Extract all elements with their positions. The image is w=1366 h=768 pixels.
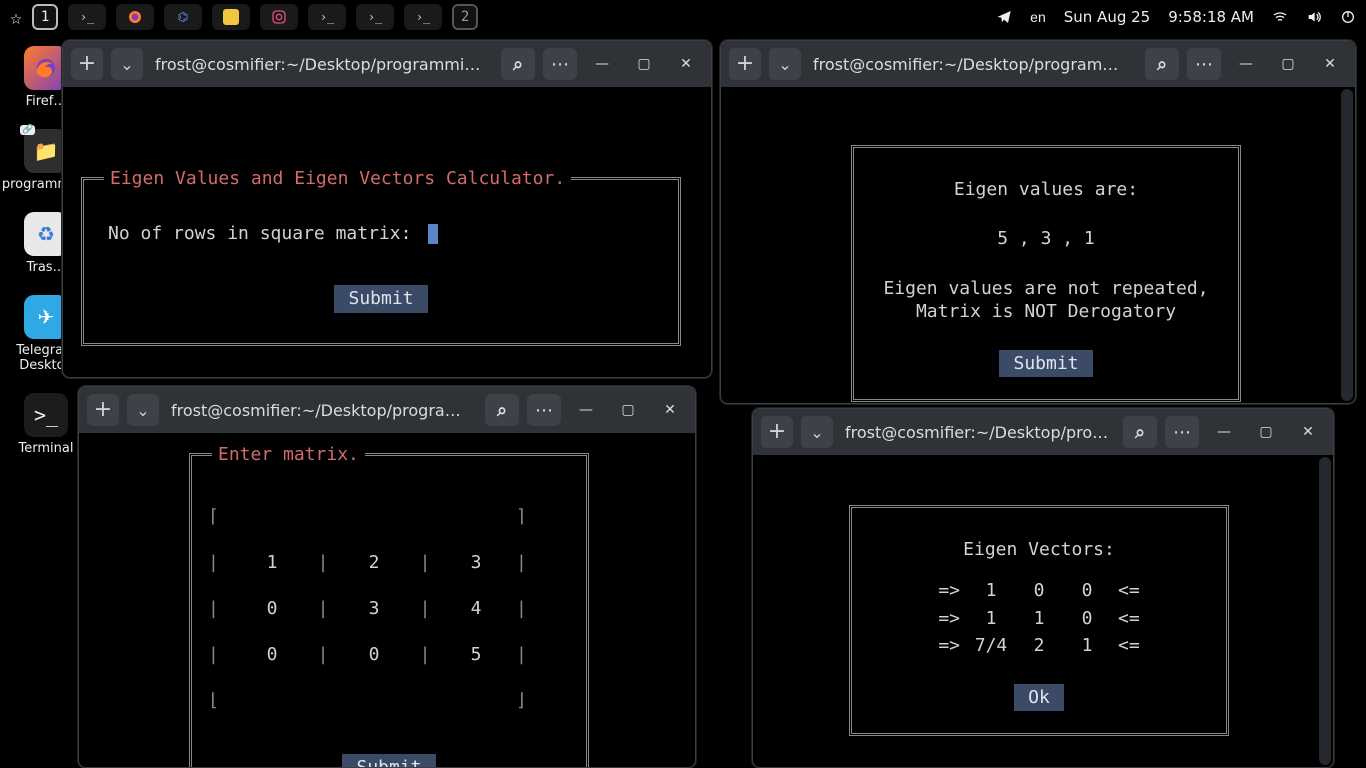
titlebar[interactable]: frost@cosmifier:~/Desktop/programming/p… [63, 41, 711, 87]
window-title: frost@cosmifier:~/Desktop/progra… [841, 423, 1115, 442]
eigenvector-row: => 1 1 0 <= [872, 607, 1206, 630]
search-icon[interactable] [1123, 416, 1157, 448]
maximize-button[interactable] [1249, 416, 1283, 448]
window-title: frost@cosmifier:~/Desktop/programming/p… [151, 55, 493, 74]
workspace-2[interactable]: 2 [452, 4, 478, 30]
eigenvalue-line2: Matrix is NOT Derogatory [878, 300, 1214, 323]
volume-icon[interactable] [1306, 9, 1322, 25]
eigenvalue-line1: Eigen values are not repeated, [878, 277, 1214, 300]
taskbar-terminal-2-icon[interactable]: ›_ [308, 4, 346, 30]
menu-icon[interactable] [543, 48, 577, 80]
matrix-cell[interactable]: 0 [334, 643, 414, 666]
desktop-terminal-label: Terminal [19, 441, 74, 456]
telegram-tray-icon[interactable] [996, 9, 1012, 25]
power-icon[interactable] [1340, 9, 1356, 25]
new-tab-button[interactable] [729, 48, 761, 80]
tab-menu-button[interactable] [801, 416, 833, 448]
clock-date: Sun Aug 25 [1064, 8, 1150, 26]
eigenvalue-frame: Eigen values are: 5 , 3 , 1 Eigen values… [851, 145, 1241, 402]
matrix-cell[interactable]: 5 [436, 643, 516, 666]
calc-prompt: No of rows in square matrix: [108, 223, 411, 244]
titlebar[interactable]: frost@cosmifier:~/Desktop/progra… [753, 409, 1333, 455]
matrix-cell[interactable]: 3 [436, 551, 516, 574]
keyboard-lang[interactable]: en [1030, 9, 1046, 25]
workspace-1[interactable]: 1 [32, 4, 58, 30]
maximize-button[interactable] [627, 48, 661, 80]
desktop-firefox-label: Firef… [26, 94, 67, 109]
tab-menu-button[interactable] [127, 394, 159, 426]
tab-menu-button[interactable] [111, 48, 143, 80]
eigenvector-frame: Eigen Vectors: => 1 0 0 <= => 1 1 0 <= [849, 505, 1229, 736]
eigenvector-rows: => 1 0 0 <= => 1 1 0 <= => [872, 579, 1206, 657]
minimize-button[interactable] [1207, 416, 1241, 448]
matrix-cell[interactable]: 2 [334, 551, 414, 574]
scrollbar[interactable] [1341, 89, 1353, 401]
terminal-window-3: frost@cosmifier:~/Desktop/programming/py… [720, 40, 1356, 404]
search-icon[interactable] [1145, 48, 1179, 80]
search-icon[interactable] [501, 48, 535, 80]
desktop-trash-label: Tras… [26, 260, 65, 275]
calc-title: Eigen Values and Eigen Vectors Calculato… [104, 167, 571, 190]
terminal-window-4: frost@cosmifier:~/Desktop/progra… Eigen … [752, 408, 1334, 768]
titlebar[interactable]: frost@cosmifier:~/Desktop/programmi… [79, 387, 695, 433]
window-title: frost@cosmifier:~/Desktop/programmi… [167, 401, 477, 420]
close-button[interactable] [1313, 48, 1347, 80]
matrix-cell[interactable]: 0 [232, 597, 312, 620]
matrix-frame: Enter matrix. 1| 2| 3 0| 3| 4 0| [189, 453, 589, 768]
eigenvector-heading: Eigen Vectors: [872, 538, 1206, 561]
window-title: frost@cosmifier:~/Desktop/programming/py… [809, 55, 1137, 74]
scrollbar[interactable] [1319, 457, 1331, 765]
eigenvalue-heading: Eigen values are: [878, 178, 1214, 201]
menu-icon[interactable] [1165, 416, 1199, 448]
close-button[interactable] [1291, 416, 1325, 448]
matrix-submit-button[interactable]: Submit [342, 754, 435, 768]
terminal-window-2: frost@cosmifier:~/Desktop/programmi… Ent… [78, 386, 696, 768]
eigenvector-row: => 7/4 2 1 <= [872, 634, 1206, 657]
taskbar-notes-icon[interactable] [212, 4, 250, 30]
matrix-title: Enter matrix. [212, 443, 365, 466]
matrix-grid: 1| 2| 3 0| 3| 4 0| 0| 5 [208, 494, 570, 724]
search-icon[interactable] [485, 394, 519, 426]
taskbar-terminal-3-icon[interactable]: ›_ [356, 4, 394, 30]
new-tab-button[interactable] [87, 394, 119, 426]
new-tab-button[interactable] [71, 48, 103, 80]
desktop-terminal[interactable]: >_ Terminal [6, 393, 86, 456]
menu-icon[interactable] [1187, 48, 1221, 80]
topbar: 1 ›_ ⌬ ›_ ›_ ›_ 2 en Sun Aug 25 9:58:18 … [0, 0, 1366, 34]
titlebar[interactable]: frost@cosmifier:~/Desktop/programming/py… [721, 41, 1355, 87]
close-button[interactable] [669, 48, 703, 80]
new-tab-button[interactable] [761, 416, 793, 448]
calc-submit-button[interactable]: Submit [334, 285, 427, 312]
calc-frame: Eigen Values and Eigen Vectors Calculato… [81, 177, 681, 346]
text-cursor[interactable] [428, 224, 438, 244]
minimize-button[interactable] [1229, 48, 1263, 80]
eigenvector-row: => 1 0 0 <= [872, 579, 1206, 602]
matrix-cell[interactable]: 1 [232, 551, 312, 574]
matrix-cell[interactable]: 4 [436, 597, 516, 620]
terminal-window-1: frost@cosmifier:~/Desktop/programming/p…… [62, 40, 712, 378]
taskbar-instagram-icon[interactable] [260, 4, 298, 30]
matrix-cell[interactable]: 0 [232, 643, 312, 666]
menu-icon[interactable] [527, 394, 561, 426]
eigenvalue-values: 5 , 3 , 1 [878, 227, 1214, 250]
taskbar-firefox-icon[interactable] [116, 4, 154, 30]
tab-menu-button[interactable] [769, 48, 801, 80]
taskbar-vscode-icon[interactable]: ⌬ [164, 4, 202, 30]
maximize-button[interactable] [1271, 48, 1305, 80]
eigenvector-ok-button[interactable]: Ok [1014, 684, 1064, 711]
star-icon[interactable] [10, 5, 22, 29]
clock-time: 9:58:18 AM [1168, 8, 1254, 26]
eigenvalue-submit-button[interactable]: Submit [999, 350, 1092, 377]
minimize-button[interactable] [585, 48, 619, 80]
taskbar-terminal-4-icon[interactable]: ›_ [404, 4, 442, 30]
close-button[interactable] [653, 394, 687, 426]
minimize-button[interactable] [569, 394, 603, 426]
wifi-icon[interactable] [1272, 9, 1288, 25]
matrix-cell[interactable]: 3 [334, 597, 414, 620]
taskbar-terminal-icon[interactable]: ›_ [68, 4, 106, 30]
maximize-button[interactable] [611, 394, 645, 426]
